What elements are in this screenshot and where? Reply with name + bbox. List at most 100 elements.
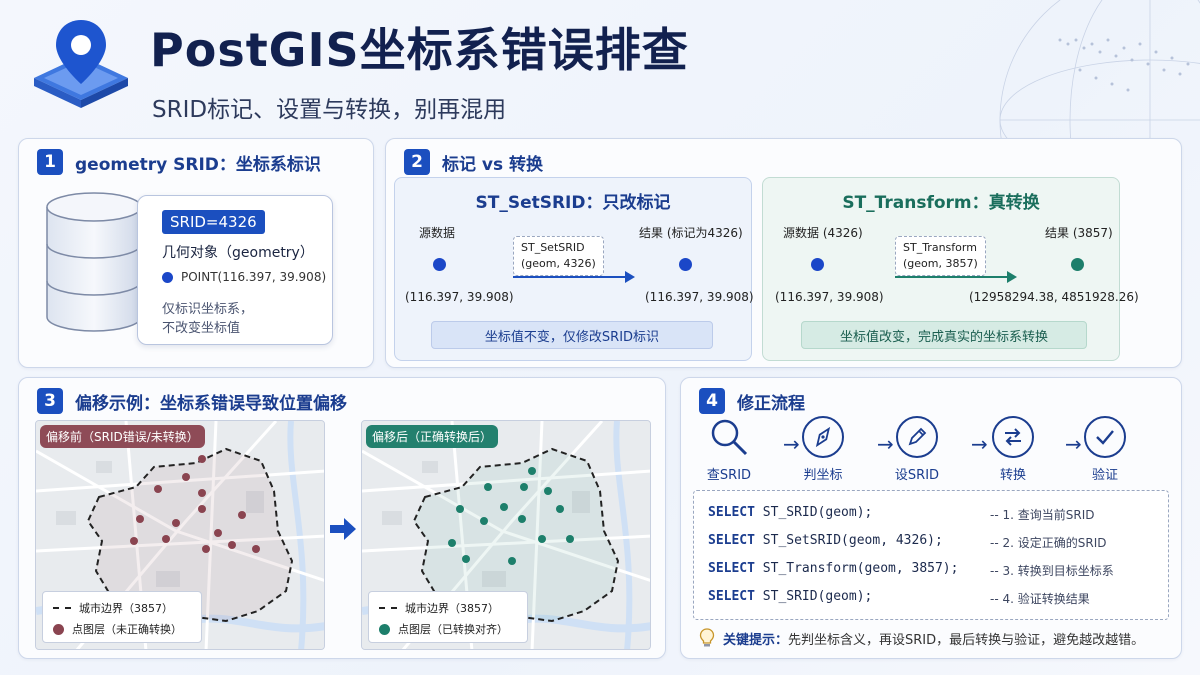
panel-4-heading: 4 修正流程: [699, 388, 805, 414]
panel-title: 偏移示例：坐标系错误导致位置偏移: [75, 393, 347, 414]
panel-fix-workflow: 4 修正流程 查SRID → 判坐标 → 设SRID → 转换 → 验证 SEL…: [680, 377, 1182, 659]
legend-boundary-label: 城市边界（3857）: [405, 602, 499, 615]
panel-geometry-srid: 1 geometry SRID：坐标系标识 SRID=4326 几何对象（geo…: [18, 138, 374, 368]
database-icon: [46, 192, 142, 332]
tip-key: 关键提示：: [723, 632, 789, 648]
panel-title: 标记 vs 转换: [442, 154, 544, 175]
function-name: ST_Transform: [903, 241, 977, 254]
dashed-line-icon: [53, 607, 71, 609]
lightbulb-icon: [699, 628, 715, 647]
transform-arrow-icon: [895, 271, 1017, 283]
panel-1-heading: 1 geometry SRID：坐标系标识: [37, 149, 321, 175]
point-dot-icon: [53, 623, 64, 635]
page-title: PostGIS坐标系错误排查: [150, 23, 689, 77]
before-tag: 偏移前（SRID错误/未转换）: [40, 425, 205, 448]
page-subtitle: SRID标记、设置与转换，别再混用: [152, 97, 507, 123]
transform-title: ST_Transform：真转换: [842, 193, 1040, 213]
result-coord: (12958294.38, 4851928.26): [969, 290, 1139, 304]
panel-2-heading: 2 标记 vs 转换: [404, 149, 543, 175]
tip-text: 先判坐标含义，再设SRID，最后转换与验证，避免越改越错。: [788, 632, 1145, 648]
result-label: 结果 (3857): [1045, 226, 1113, 240]
code-comment: -- 4. 验证转换结果: [990, 592, 1090, 606]
legend-points-label: 点图层（已转换对齐）: [398, 623, 508, 636]
sql-expr: ST_SRID(geom);: [754, 589, 873, 604]
panel-offset-example: 3 偏移示例：坐标系错误导致位置偏移 偏移前（SRID错误/未转换） 城市边界（…: [18, 377, 666, 659]
key-tip: 关键提示：先判坐标含义，再设SRID，最后转换与验证，避免越改越错。: [699, 628, 1144, 648]
swap-icon: [992, 416, 1034, 458]
step-label: 查SRID: [706, 468, 752, 483]
dashed-line-icon: [379, 607, 397, 609]
arrow-right-icon: [330, 518, 356, 540]
sql-expr: ST_Transform(geom, 3857);: [754, 561, 959, 576]
code-comment: -- 3. 转换到目标坐标系: [990, 564, 1114, 578]
code-comment: -- 2. 设定正确的SRID: [990, 536, 1107, 550]
panel-number-badge: 3: [37, 388, 63, 414]
function-args: (geom, 4326): [521, 257, 596, 270]
sql-keyword: SELECT: [708, 589, 755, 604]
legend-points-label: 点图层（未正确转换）: [72, 623, 182, 636]
transform-note: 坐标值改变，完成真实的坐标系转换: [801, 321, 1087, 349]
sql-code-box: SELECT ST_SRID(geom); -- 1. 查询当前SRID SEL…: [693, 490, 1169, 620]
code-line: SELECT ST_SRID(geom);: [708, 505, 872, 520]
compass-icon: [802, 416, 844, 458]
step-check-srid: 查SRID: [699, 416, 759, 483]
legend-points: 点图层（未正确转换）: [53, 621, 182, 637]
function-args: (geom, 3857): [903, 257, 978, 270]
transform-function-box: ST_Transform (geom, 3857): [895, 236, 986, 276]
function-name: ST_SetSRID: [521, 241, 585, 254]
code-line: SELECT ST_Transform(geom, 3857);: [708, 561, 958, 576]
panel-mark-vs-transform: 2 标记 vs 转换 ST_SetSRID：只改标记 源数据 结果 (标记为43…: [385, 138, 1182, 368]
step-label: 判坐标: [803, 468, 843, 483]
result-coord: (116.397, 39.908): [645, 290, 754, 304]
header: PostGIS坐标系错误排查 SRID标记、设置与转换，别再混用: [0, 0, 1200, 130]
source-coord: (116.397, 39.908): [405, 290, 514, 304]
sql-keyword: SELECT: [708, 533, 755, 548]
panel-number-badge: 1: [37, 149, 63, 175]
transform-subpanel: ST_Transform：真转换 源数据 (4326) 结果 (3857) ST…: [762, 177, 1139, 361]
result-point: [1071, 258, 1084, 271]
sql-keyword: SELECT: [708, 561, 755, 576]
map-before: 偏移前（SRID错误/未转换） 城市边界（3857） 点图层（未正确转换）: [35, 420, 325, 650]
geometry-card: SRID=4326 几何对象（geometry） POINT(116.397, …: [137, 195, 333, 345]
point-dot-icon: [162, 271, 173, 283]
code-comment: -- 1. 查询当前SRID: [990, 508, 1095, 522]
pencil-icon: [896, 416, 938, 458]
panel-number-badge: 4: [699, 388, 725, 414]
map-legend: 城市边界（3857） 点图层（未正确转换）: [42, 591, 202, 643]
note-line-1: 仅标识坐标系，: [162, 302, 254, 317]
step-label: 转换: [999, 468, 1026, 483]
sql-keyword: SELECT: [708, 505, 755, 520]
step-judge-coords: 判坐标: [793, 416, 853, 483]
source-point: [811, 258, 824, 271]
source-point: [433, 258, 446, 271]
map-pin-logo-icon: [34, 20, 128, 108]
srid-tag: SRID=4326: [162, 210, 265, 234]
panel-title: 修正流程: [737, 393, 805, 414]
map-legend: 城市边界（3857） 点图层（已转换对齐）: [368, 591, 528, 643]
step-set-srid: 设SRID: [887, 416, 947, 483]
sql-expr: ST_SRID(geom);: [754, 505, 873, 520]
note-line-2: 不改变坐标值: [162, 321, 241, 336]
geometry-note: 仅标识坐标系， 不改变坐标值: [162, 300, 253, 338]
workflow-steps: 查SRID → 判坐标 → 设SRID → 转换 → 验证: [693, 416, 1171, 486]
step-label: 验证: [1091, 468, 1118, 483]
source-label: 源数据: [419, 226, 456, 240]
legend-boundary: 城市边界（3857）: [53, 600, 173, 616]
panel-number-badge: 2: [404, 149, 430, 175]
geometry-label: 几何对象（geometry）: [162, 245, 314, 261]
step-verify: 验证: [1075, 416, 1135, 483]
sql-expr: ST_SetSRID(geom, 4326);: [754, 533, 943, 548]
point-text: POINT(116.397, 39.908): [181, 270, 327, 284]
point-row: POINT(116.397, 39.908): [162, 270, 326, 284]
result-label: 结果 (标记为4326): [639, 226, 743, 240]
point-dot-icon: [379, 623, 390, 635]
panel-3-heading: 3 偏移示例：坐标系错误导致位置偏移: [37, 388, 347, 414]
map-after: 偏移后（正确转换后） 城市边界（3857） 点图层（已转换对齐）: [361, 420, 651, 650]
source-label: 源数据 (4326): [783, 226, 863, 240]
source-coord: (116.397, 39.908): [775, 290, 884, 304]
result-point: [679, 258, 692, 271]
setsrid-function-box: ST_SetSRID (geom, 4326): [513, 236, 604, 276]
panel-title: geometry SRID：坐标系标识: [75, 154, 321, 175]
code-line: SELECT ST_SRID(geom);: [708, 589, 872, 604]
transform-arrow-icon: [513, 271, 635, 283]
